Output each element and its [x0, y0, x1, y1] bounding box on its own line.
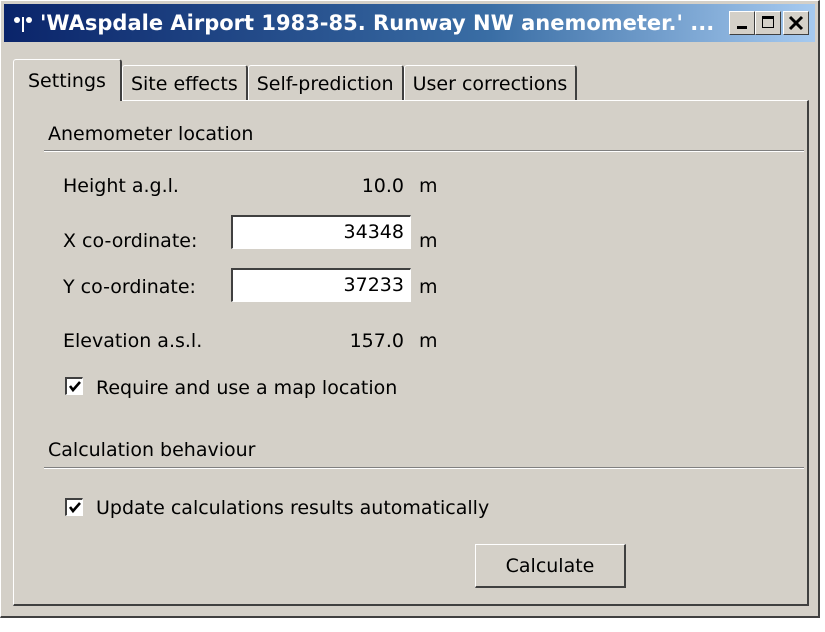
section-divider [44, 467, 804, 469]
close-button[interactable] [783, 11, 809, 35]
tab-strip: Settings Site effects Self-prediction Us… [13, 59, 578, 101]
y-coordinate-label: Y co-ordinate: [63, 276, 196, 298]
tab-self-prediction[interactable]: Self-prediction [247, 65, 404, 101]
section-divider [44, 150, 804, 152]
auto-update-checkbox-label[interactable]: Update calculations results automaticall… [96, 497, 489, 519]
minimize-button[interactable] [729, 11, 755, 35]
elevation-value: 157.0 [349, 330, 404, 352]
elevation-unit: m [419, 330, 438, 352]
title-bar[interactable]: 'WAspdale Airport 1983-85. Runway NW ane… [4, 4, 815, 42]
height-value: 10.0 [361, 175, 404, 197]
calculation-section-title: Calculation behaviour [48, 439, 256, 461]
anemometer-icon [14, 14, 32, 32]
maximize-icon [762, 16, 774, 28]
x-coordinate-field[interactable]: 34348 [231, 215, 411, 249]
height-unit: m [419, 175, 438, 197]
map-location-checkbox[interactable] [65, 377, 83, 395]
auto-update-checkbox[interactable] [65, 498, 83, 516]
y-coordinate-unit: m [419, 276, 438, 298]
tab-user-corrections[interactable]: User corrections [403, 65, 578, 101]
calculation-window: 'WAspdale Airport 1983-85. Runway NW ane… [0, 0, 820, 618]
tab-settings[interactable]: Settings [13, 59, 122, 101]
x-coordinate-unit: m [419, 230, 438, 252]
calculate-button[interactable]: Calculate [475, 544, 626, 588]
checkmark-icon [68, 381, 81, 393]
window-title: 'WAspdale Airport 1983-85. Runway NW ane… [40, 11, 715, 35]
height-label: Height a.g.l. [63, 175, 179, 197]
anemometer-section-title: Anemometer location [48, 123, 254, 145]
elevation-label: Elevation a.s.l. [63, 330, 203, 352]
minimize-icon [737, 26, 747, 29]
map-location-checkbox-label[interactable]: Require and use a map location [96, 377, 397, 399]
close-icon [788, 15, 804, 31]
x-coordinate-label: X co-ordinate: [63, 230, 198, 252]
tab-site-effects[interactable]: Site effects [121, 65, 248, 101]
checkmark-icon [68, 502, 81, 514]
maximize-button[interactable] [755, 11, 781, 35]
y-coordinate-field[interactable]: 37233 [231, 268, 411, 302]
